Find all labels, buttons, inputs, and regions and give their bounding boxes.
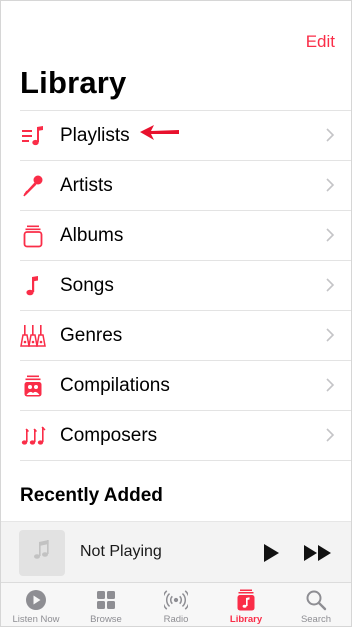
library-item-label: Composers bbox=[60, 424, 158, 446]
tab-label: Search bbox=[300, 614, 332, 625]
library-icon bbox=[234, 588, 258, 612]
tab-label: Listen Now bbox=[12, 614, 60, 625]
artwork-placeholder bbox=[19, 530, 65, 576]
songs-icon bbox=[20, 273, 46, 299]
tab-browse[interactable]: Browse bbox=[71, 583, 141, 626]
tab-library[interactable]: Library bbox=[211, 583, 281, 626]
chevron-right-icon bbox=[325, 427, 335, 443]
library-item-label: Playlists bbox=[60, 124, 130, 146]
edit-button[interactable]: Edit bbox=[306, 32, 335, 52]
library-item-compilations[interactable]: Compilations bbox=[20, 361, 351, 411]
library-item-playlists[interactable]: Playlists bbox=[20, 111, 351, 161]
library-item-albums[interactable]: Albums bbox=[20, 211, 351, 261]
radio-icon bbox=[164, 588, 188, 612]
chevron-right-icon bbox=[325, 327, 335, 343]
tab-listen-now[interactable]: Listen Now bbox=[1, 583, 71, 626]
listen-now-icon bbox=[24, 588, 48, 612]
tab-bar: Listen Now Browse Radio Library Search bbox=[1, 582, 351, 626]
library-item-songs[interactable]: Songs bbox=[20, 261, 351, 311]
library-item-artists[interactable]: Artists bbox=[20, 161, 351, 211]
compilations-icon bbox=[20, 373, 46, 399]
composers-icon bbox=[20, 423, 46, 449]
now-playing-title: Not Playing bbox=[80, 543, 162, 560]
library-item-label: Songs bbox=[60, 274, 114, 296]
mini-player[interactable]: Not Playing bbox=[1, 521, 351, 583]
app-frame: Edit Library Playlists Artists Albums So… bbox=[0, 0, 352, 627]
chevron-right-icon bbox=[325, 127, 335, 143]
chevron-right-icon bbox=[325, 377, 335, 393]
annotation-arrow-icon bbox=[140, 125, 179, 140]
tab-search[interactable]: Search bbox=[281, 583, 351, 626]
music-note-icon bbox=[31, 539, 53, 568]
library-item-label: Genres bbox=[60, 324, 123, 346]
library-item-genres[interactable]: Genres bbox=[20, 311, 351, 361]
genres-icon bbox=[20, 323, 46, 349]
tab-label: Browse bbox=[90, 614, 122, 625]
recently-added-title: Recently Added bbox=[20, 485, 163, 506]
library-item-composers[interactable]: Composers bbox=[20, 411, 351, 461]
tab-radio[interactable]: Radio bbox=[141, 583, 211, 626]
artists-icon bbox=[20, 173, 46, 199]
library-item-label: Compilations bbox=[60, 374, 170, 396]
chevron-right-icon bbox=[325, 177, 335, 193]
tab-label: Radio bbox=[163, 614, 189, 625]
fast-forward-icon[interactable] bbox=[302, 542, 334, 564]
browse-icon bbox=[94, 588, 118, 612]
playlists-icon bbox=[20, 123, 46, 149]
library-list: Playlists Artists Albums Songs Genres Co… bbox=[20, 110, 351, 461]
tab-label: Library bbox=[229, 614, 263, 625]
search-icon bbox=[304, 588, 328, 612]
chevron-right-icon bbox=[325, 227, 335, 243]
chevron-right-icon bbox=[325, 277, 335, 293]
library-item-label: Artists bbox=[60, 174, 113, 196]
play-icon[interactable] bbox=[261, 542, 281, 564]
page-title: Library bbox=[20, 65, 127, 100]
albums-icon bbox=[20, 223, 46, 249]
library-item-label: Albums bbox=[60, 224, 124, 246]
